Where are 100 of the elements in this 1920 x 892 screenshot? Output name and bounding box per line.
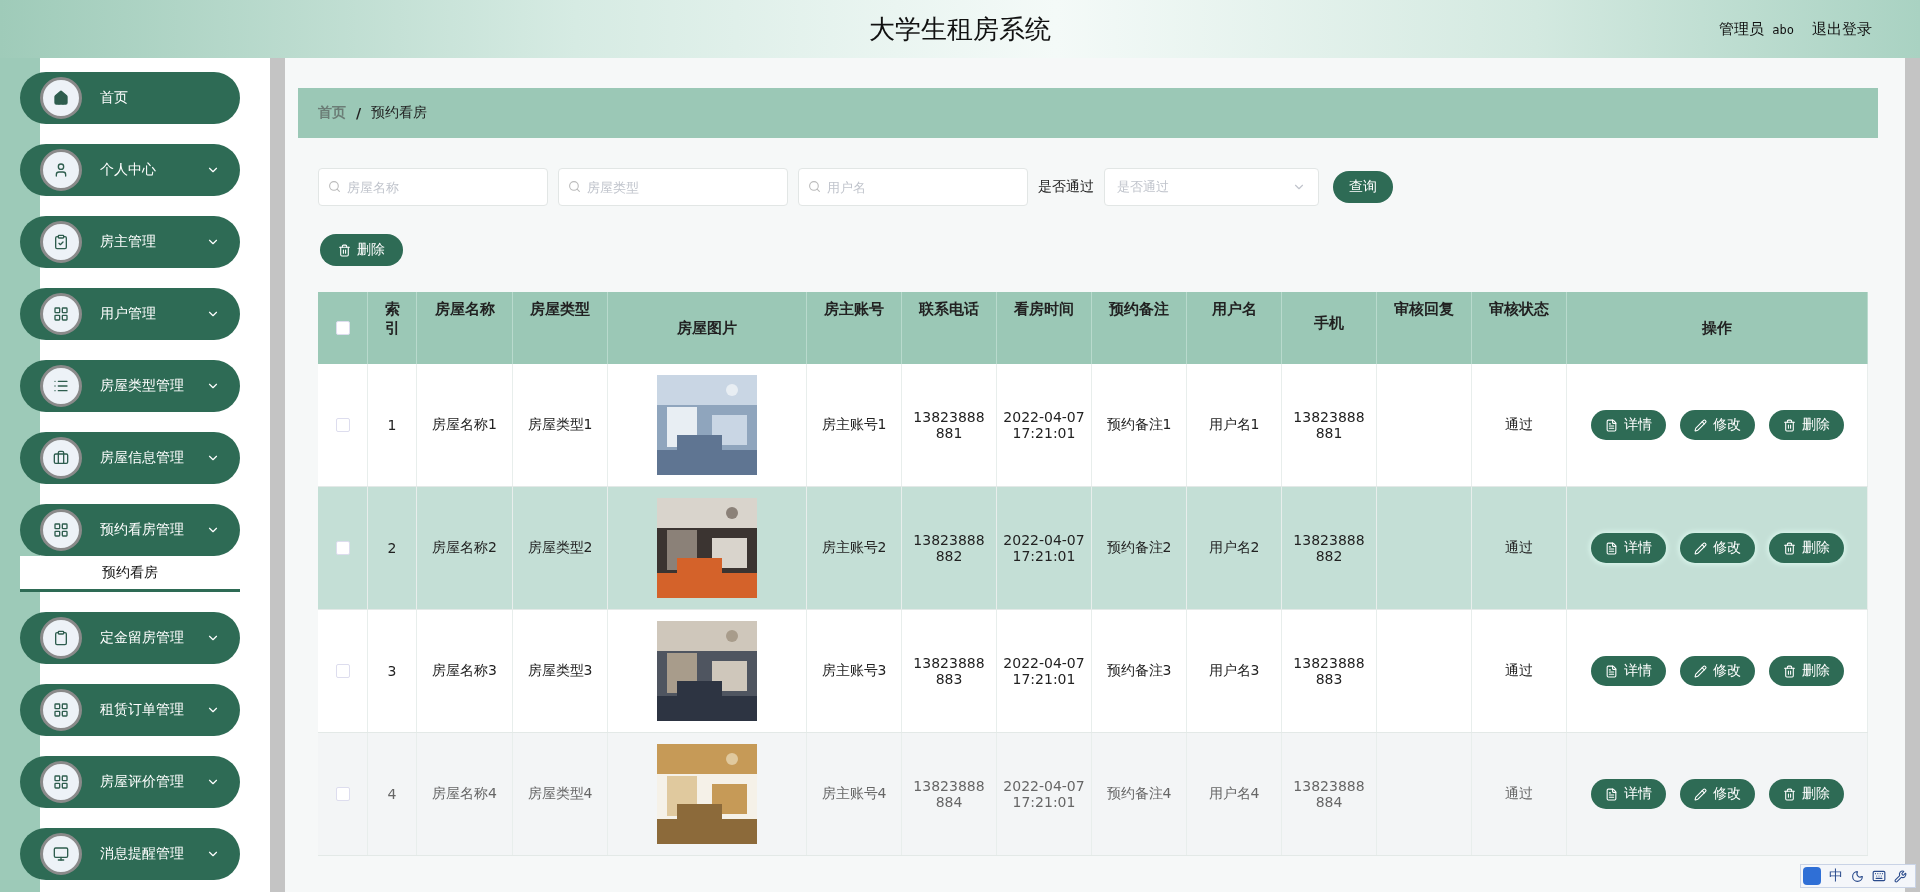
owner-account: 房主账号2 — [821, 539, 887, 557]
search-field[interactable]: 房屋类型 — [558, 168, 788, 206]
trash-icon — [1782, 541, 1796, 555]
mobile-number: 13823888882 — [1292, 532, 1366, 564]
delete-button[interactable]: 删除 — [320, 234, 403, 266]
search-field[interactable]: 房屋名称 — [318, 168, 548, 206]
owner-account: 房主账号3 — [821, 662, 887, 680]
logout-link[interactable]: 退出登录 — [1812, 19, 1872, 39]
moon-icon[interactable] — [1851, 869, 1864, 883]
column-header: 房屋图片 — [677, 318, 737, 338]
sidebar-item[interactable]: 房屋评价管理 — [20, 756, 240, 808]
owner-account: 房主账号1 — [821, 416, 887, 434]
mobile-number: 13823888884 — [1292, 778, 1366, 810]
detail-button[interactable]: 详情 — [1590, 779, 1666, 809]
delete-button[interactable]: 删除 — [1768, 779, 1844, 809]
sidebar-item[interactable]: 房屋信息管理 — [20, 432, 240, 484]
breadcrumb-separator: / — [356, 105, 362, 121]
detail-button[interactable]: 详情 — [1590, 656, 1666, 686]
ime-mode[interactable]: 中 — [1829, 867, 1843, 885]
delete-button[interactable]: 删除 — [1768, 533, 1844, 563]
column-header: 看房时间 — [1014, 300, 1074, 319]
grid-icon — [53, 306, 69, 322]
edit-button[interactable]: 修改 — [1679, 779, 1755, 809]
delete-button[interactable]: 删除 — [1768, 410, 1844, 440]
username: 用户名1 — [1208, 416, 1260, 434]
sidebar-item[interactable]: 用户管理 — [20, 288, 240, 340]
search-icon — [568, 180, 581, 193]
row-checkbox[interactable] — [335, 541, 350, 555]
breadcrumb-item: 预约看房 — [371, 104, 428, 122]
sidebar-item[interactable]: 首页 — [20, 72, 240, 124]
column-header: 预约备注 — [1109, 300, 1169, 319]
pencil-icon — [1693, 418, 1707, 432]
row-index: 2 — [387, 540, 397, 556]
mobile-number: 13823888881 — [1292, 409, 1366, 441]
monitor-icon — [53, 846, 69, 862]
keyboard-icon[interactable] — [1872, 869, 1886, 883]
scrollbar[interactable] — [270, 58, 285, 892]
edit-button[interactable]: 修改 — [1679, 410, 1755, 440]
sidebar-item[interactable]: 个人中心 — [20, 144, 240, 196]
row-index: 3 — [387, 663, 397, 679]
scrollbar[interactable] — [1905, 58, 1920, 892]
contact-phone: 13823888884 — [912, 778, 986, 810]
detail-button[interactable]: 详情 — [1590, 410, 1666, 440]
sidebar-item[interactable]: 租赁订单管理 — [20, 684, 240, 736]
sidebar-item[interactable]: 预约看房管理 — [20, 504, 240, 556]
contact-phone: 13823888881 — [912, 409, 986, 441]
review-status: 通过 — [1505, 662, 1533, 680]
sidebar-item[interactable]: 房屋类型管理 — [20, 360, 240, 412]
row-index: 4 — [387, 786, 397, 802]
edit-button[interactable]: 修改 — [1679, 656, 1755, 686]
column-header: 联系电话 — [919, 300, 979, 319]
select-all-checkbox[interactable] — [335, 321, 350, 335]
search-button[interactable]: 查询 — [1333, 171, 1393, 203]
submenu-item[interactable]: 预约看房 — [20, 556, 240, 592]
column-header: 索引 — [384, 300, 400, 338]
filter-label: 是否通过 — [1038, 178, 1094, 196]
viewing-time: 2022-04-07 17:21:01 — [1003, 655, 1085, 687]
column-header: 房主账号 — [824, 300, 884, 319]
ime-logo-icon — [1803, 867, 1821, 885]
trash-icon — [1782, 418, 1796, 432]
review-status: 通过 — [1505, 416, 1533, 434]
row-checkbox[interactable] — [335, 664, 350, 678]
trash-icon — [1782, 787, 1796, 801]
username: 用户名4 — [1208, 785, 1260, 803]
trash-icon — [338, 243, 351, 257]
user-name: abo — [1772, 22, 1794, 37]
user-icon — [53, 162, 69, 178]
viewing-time: 2022-04-07 17:21:01 — [1003, 532, 1085, 564]
edit-button[interactable]: 修改 — [1679, 533, 1755, 563]
booking-note: 预约备注3 — [1106, 662, 1172, 680]
house-name: 房屋名称2 — [432, 539, 497, 557]
detail-button[interactable]: 详情 — [1590, 533, 1666, 563]
document-icon — [1604, 787, 1618, 801]
column-header: 用户名 — [1211, 300, 1257, 319]
viewing-time: 2022-04-07 17:21:01 — [1003, 778, 1085, 810]
house-type: 房屋类型2 — [527, 539, 593, 557]
wrench-icon[interactable] — [1894, 869, 1907, 883]
grid-icon — [53, 774, 69, 790]
pencil-icon — [1693, 787, 1707, 801]
trash-icon — [1782, 664, 1796, 678]
row-checkbox[interactable] — [335, 787, 350, 801]
user-role: 管理员 — [1719, 19, 1765, 39]
delete-button[interactable]: 删除 — [1768, 656, 1844, 686]
username: 用户名2 — [1208, 539, 1260, 557]
booking-note: 预约备注4 — [1106, 785, 1172, 803]
sidebar-item[interactable]: 定金留房管理 — [20, 612, 240, 664]
home-icon — [53, 90, 69, 106]
briefcase-icon — [53, 450, 69, 466]
search-field[interactable]: 用户名 — [798, 168, 1028, 206]
owner-account: 房主账号4 — [821, 785, 887, 803]
review-status: 通过 — [1505, 785, 1533, 803]
sidebar-item[interactable]: 消息提醒管理 — [20, 828, 240, 880]
house-name: 房屋名称4 — [432, 785, 497, 803]
document-icon — [1604, 664, 1618, 678]
sidebar-item[interactable]: 房主管理 — [20, 216, 240, 268]
clipboard-check-icon — [53, 234, 69, 250]
viewing-time: 2022-04-07 17:21:01 — [1003, 409, 1085, 441]
column-header: 手机 — [1314, 314, 1344, 333]
pencil-icon — [1693, 541, 1707, 555]
row-checkbox[interactable] — [335, 418, 350, 432]
